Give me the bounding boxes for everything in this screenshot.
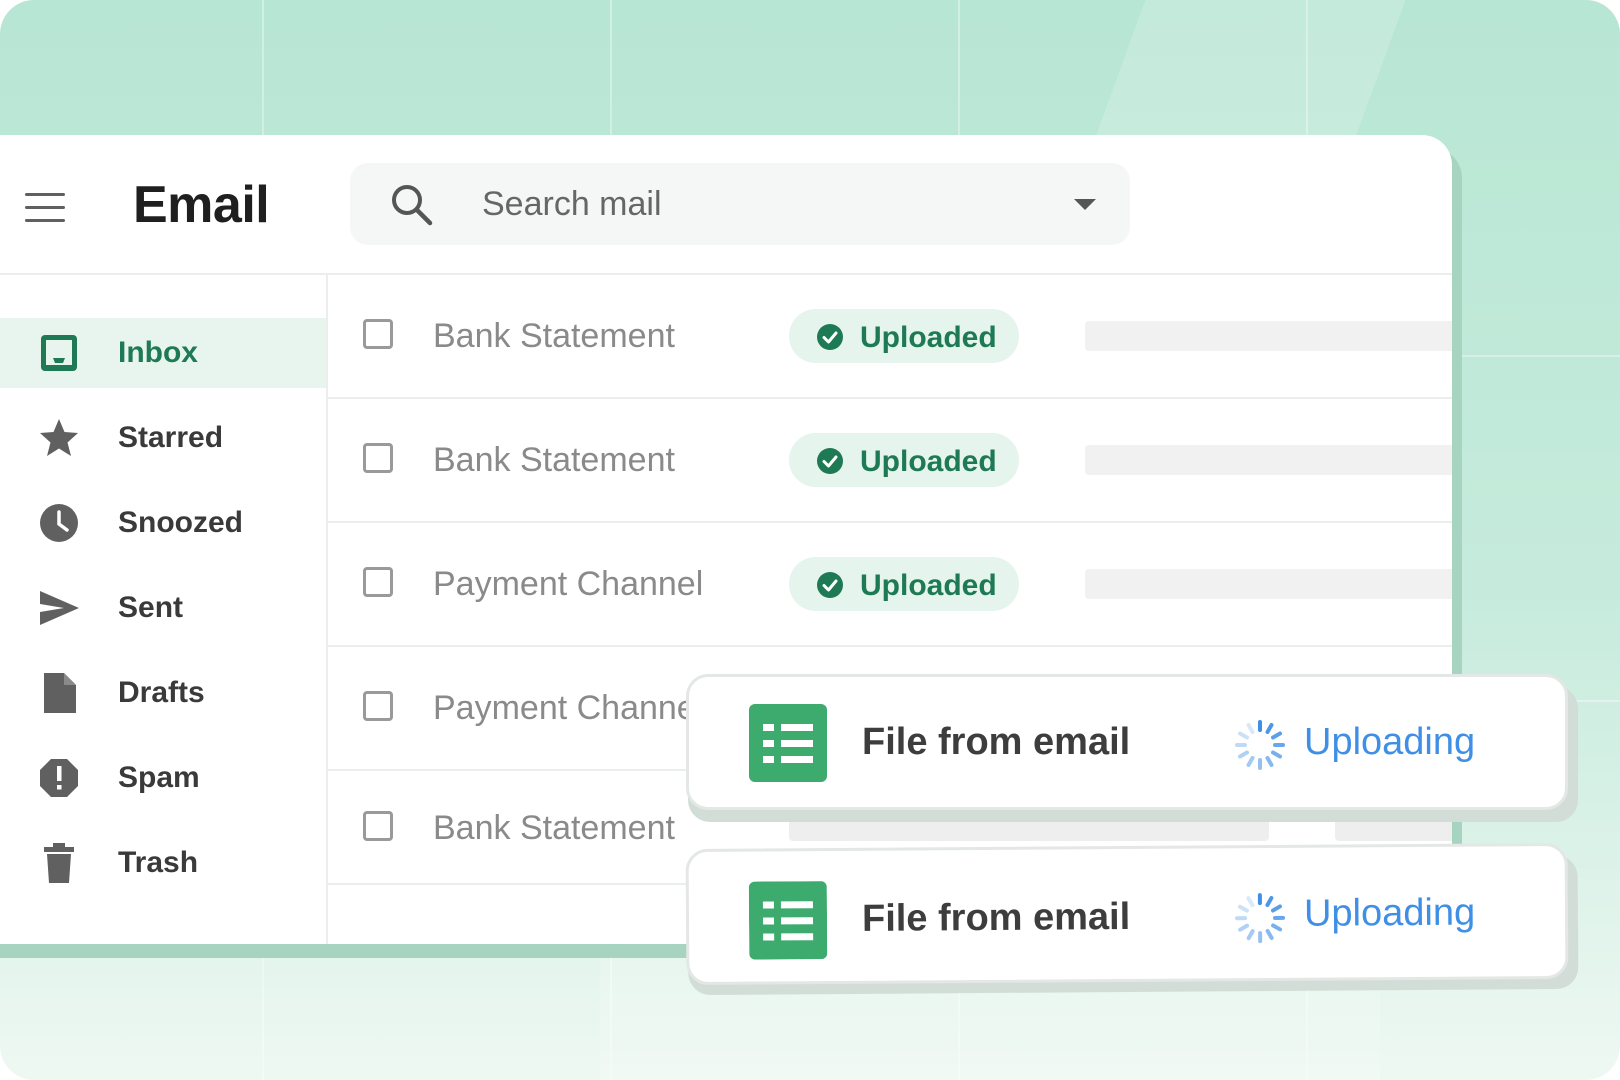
sidebar-item-label: Drafts	[118, 676, 205, 709]
row-checkbox[interactable]	[363, 691, 393, 721]
row-checkbox[interactable]	[363, 811, 393, 841]
upload-file-title: File from email	[862, 721, 1131, 763]
sidebar-item-inbox[interactable]: Inbox	[0, 318, 326, 388]
status-badge: Uploaded	[789, 309, 1019, 363]
sidebar-item-snoozed[interactable]: Snoozed	[0, 488, 326, 558]
alert-octagon-icon	[40, 759, 78, 797]
check-circle-icon	[817, 448, 843, 474]
sidebar-item-trash[interactable]: Trash	[0, 828, 326, 898]
sidebar: Inbox Starred Snoozed Sent Drafts Spam T…	[0, 275, 328, 944]
upload-card[interactable]: File from email Uploading	[685, 842, 1569, 986]
check-circle-icon	[817, 572, 843, 598]
sidebar-item-label: Trash	[118, 846, 199, 879]
upload-status: Uploading	[1303, 891, 1476, 935]
status-text: Uploaded	[860, 445, 997, 478]
app-title: Email	[133, 176, 270, 234]
status-badge: Uploaded	[789, 557, 1019, 611]
sidebar-item-drafts[interactable]: Drafts	[0, 658, 326, 728]
file-icon	[44, 673, 76, 713]
upload-card[interactable]: File from email Uploading	[686, 674, 1568, 810]
loading-spinner-icon	[1235, 893, 1286, 944]
upload-file-title: File from email	[861, 895, 1131, 940]
sidebar-item-label: Sent	[118, 591, 184, 624]
sidebar-item-sent[interactable]: Sent	[0, 573, 326, 643]
sidebar-item-spam[interactable]: Spam	[0, 743, 326, 813]
email-row[interactable]: Bank Statement Uploaded	[327, 399, 1452, 523]
email-subject: Payment Channel	[433, 565, 704, 603]
sidebar-item-label: Spam	[118, 761, 200, 794]
search-options-caret-icon[interactable]	[1074, 199, 1096, 210]
placeholder-bar	[1085, 445, 1452, 475]
email-window: Email Search mail Inbox Starred Snoozed …	[0, 135, 1452, 944]
search-bar[interactable]: Search mail	[350, 163, 1130, 245]
upload-status: Uploading	[1304, 721, 1476, 763]
placeholder-bar	[1085, 321, 1452, 351]
search-input[interactable]: Search mail	[482, 185, 662, 224]
check-circle-icon	[817, 324, 843, 350]
row-checkbox[interactable]	[363, 567, 393, 597]
status-text: Uploaded	[860, 569, 997, 602]
menu-icon[interactable]	[25, 193, 65, 223]
email-subject: Payment Channel	[433, 689, 704, 727]
email-row[interactable]: Bank Statement Uploaded	[327, 275, 1452, 399]
sidebar-item-label: Starred	[118, 421, 224, 454]
email-subject: Bank Statement	[433, 809, 675, 847]
email-row[interactable]: Payment Channel Uploaded	[327, 523, 1452, 647]
trash-icon	[44, 843, 74, 883]
spreadsheet-icon	[748, 881, 828, 960]
placeholder-bar	[1085, 569, 1452, 599]
status-text: Uploaded	[860, 321, 997, 354]
sidebar-item-label: Inbox	[118, 336, 198, 369]
row-checkbox[interactable]	[363, 319, 393, 349]
clock-icon	[40, 504, 78, 542]
spreadsheet-icon	[749, 704, 827, 782]
star-icon	[40, 419, 78, 456]
sidebar-item-label: Snoozed	[118, 506, 243, 539]
search-icon	[392, 185, 433, 226]
inbox-icon	[41, 335, 77, 371]
send-icon	[40, 591, 79, 625]
email-subject: Bank Statement	[433, 317, 675, 355]
email-subject: Bank Statement	[433, 441, 675, 479]
loading-spinner-icon	[1235, 720, 1285, 770]
status-badge: Uploaded	[789, 433, 1019, 487]
header: Email Search mail	[0, 135, 1452, 275]
sidebar-item-starred[interactable]: Starred	[0, 403, 326, 473]
row-checkbox[interactable]	[363, 443, 393, 473]
